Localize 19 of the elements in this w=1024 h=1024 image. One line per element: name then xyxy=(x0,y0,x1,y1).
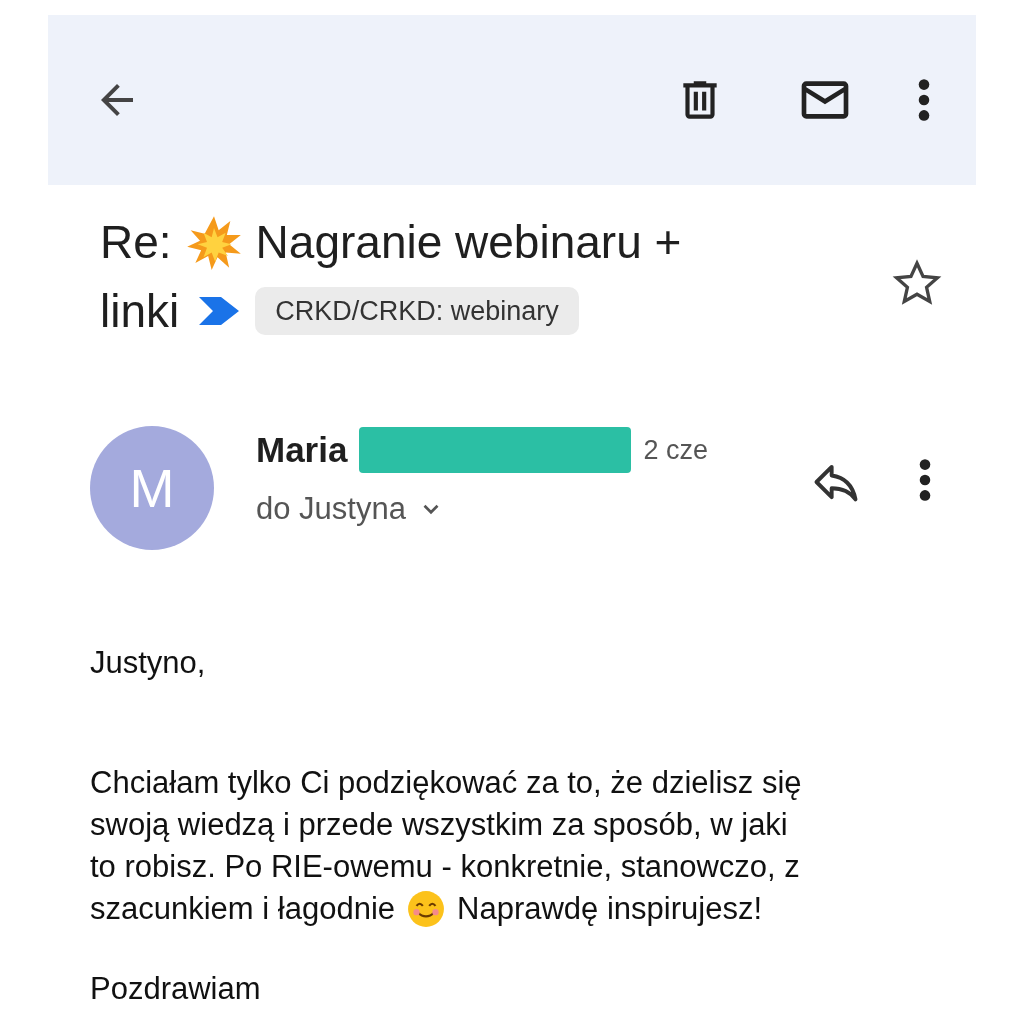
subject-title: Nagranie webinaru + xyxy=(255,215,682,270)
recipient-text: do Justyna xyxy=(256,490,406,528)
message-text: szacunkiem i łagodnie xyxy=(90,890,395,928)
message-text: swoją wiedzą i przede wszystkim za sposób, w jaki xyxy=(90,806,788,844)
message-text: Chciałam tylko Ci podziękować za to, że dzielisz się xyxy=(90,764,802,802)
closing-text: Pozdrawiam xyxy=(90,970,262,1008)
message-text: to robisz. Po RIE-owemu - konkretnie, stanowczo, z xyxy=(90,848,800,886)
subject-title: linki xyxy=(100,284,180,339)
greeting-text: Justyno, xyxy=(90,644,207,682)
more-icon[interactable] xyxy=(918,458,932,502)
label-chip[interactable]: CRKD/CRKD: webinary xyxy=(255,286,579,336)
sender-name: Maria xyxy=(256,428,348,471)
subject-prefix: Re: xyxy=(100,215,172,270)
message-text: Naprawdę inspirujesz! xyxy=(457,890,762,928)
avatar: M xyxy=(90,426,214,550)
message-date: 2 cze xyxy=(643,433,708,467)
explosion-icon xyxy=(185,214,242,270)
more-icon[interactable] xyxy=(917,78,931,122)
smiley-icon xyxy=(407,890,445,928)
